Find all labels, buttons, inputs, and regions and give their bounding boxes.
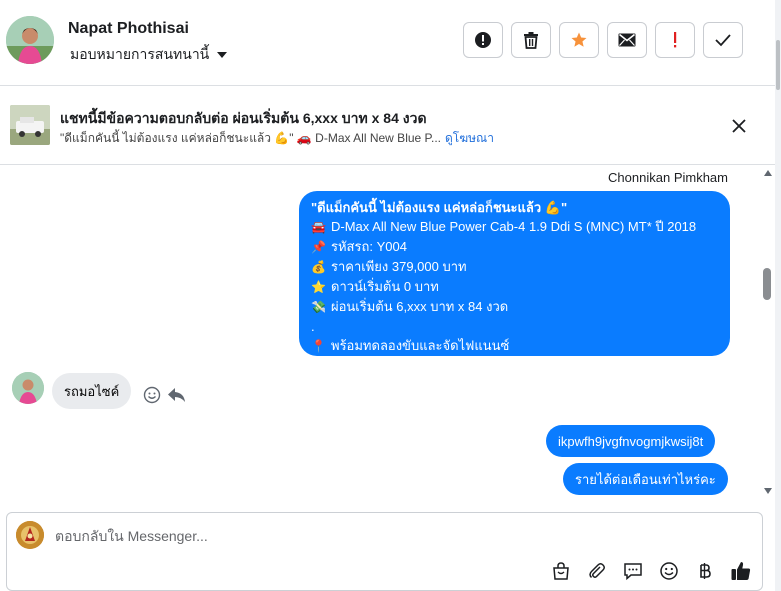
exclamation-icon — [674, 32, 677, 48]
money-wings-icon: 💸 — [311, 300, 326, 314]
contact-avatar-small — [12, 372, 44, 404]
message-line: 📍 พร้อมทดลองขับและจัดไฟแนนซ์ — [311, 336, 718, 356]
scroll-down-arrow-icon[interactable] — [764, 488, 772, 494]
contact-avatar[interactable] — [6, 16, 54, 64]
envelope-icon — [618, 33, 636, 47]
caret-down-icon — [217, 52, 228, 58]
thread-scrollbar[interactable] — [761, 166, 775, 498]
ad-subtitle: "ดีแม็กคันนี้ ไม่ต้องแรง แค่หล่อก็ชนะแล้… — [60, 131, 441, 145]
ad-subtitle-row: "ดีแม็กคันนี้ ไม่ต้องแรง แค่หล่อก็ชนะแล้… — [60, 129, 494, 148]
contact-name[interactable]: Napat Phothisai — [68, 20, 189, 38]
ad-reference-banner: แชทนี้มีข้อความตอบกลับต่อ ผ่อนเริ่มต้น 6… — [0, 87, 775, 165]
emoji-icon[interactable] — [657, 559, 681, 583]
ad-thumbnail[interactable] — [10, 105, 50, 145]
message-line: ⭐ ดาวน์เริ่มต้น 0 บาท — [311, 277, 718, 297]
mark-unread-button[interactable] — [607, 22, 647, 58]
follow-up-button[interactable] — [655, 22, 695, 58]
close-banner-button[interactable] — [729, 116, 749, 136]
reply-input[interactable] — [55, 526, 655, 546]
message-line: 🚘 D-Max All New Blue Power Cab-4 1.9 Ddi … — [311, 217, 718, 237]
conversation-header: Napat Phothisai มอบหมายการสนทนานี้ — [0, 0, 781, 86]
reply-composer — [6, 512, 763, 591]
paperclip-icon[interactable] — [585, 559, 609, 583]
baht-icon[interactable] — [693, 559, 717, 583]
check-icon — [715, 34, 731, 47]
outgoing-sender-name: Chonnikan Pimkham — [608, 170, 728, 185]
close-icon — [732, 119, 746, 133]
mark-done-button[interactable] — [703, 22, 743, 58]
message-line: 💰 ราคาเพียง 379,000 บาท — [311, 257, 718, 277]
react-emoji-icon[interactable] — [143, 386, 163, 406]
message-line: "ดีแม็กคันนี้ ไม่ต้องแรง แค่หล่อก็ชนะแล้… — [311, 200, 568, 215]
message-line: 💸 ผ่อนเริ่มต้น 6,xxx บาท x 84 งวด — [311, 297, 718, 317]
ad-title: แชทนี้มีข้อความตอบกลับต่อ ผ่อนเริ่มต้น 6… — [60, 110, 427, 126]
pushpin-icon: 📌 — [311, 240, 326, 254]
outgoing-message-bubble[interactable]: รายได้ต่อเดือนเท่าไหร่คะ — [563, 463, 728, 495]
page-scrollbar[interactable] — [775, 0, 781, 591]
message-line: . — [311, 319, 315, 334]
view-ad-link[interactable]: ดูโฆษณา — [445, 131, 494, 145]
reply-icon[interactable] — [167, 386, 187, 406]
location-pin-icon: 📍 — [311, 339, 326, 353]
star-icon — [571, 32, 587, 47]
message-line: 📌 รหัสรถ: Y004 — [311, 237, 718, 257]
money-bag-icon: 💰 — [311, 260, 326, 274]
assign-conversation-dropdown[interactable]: มอบหมายการสนทนานี้ — [70, 44, 228, 66]
scroll-thumb[interactable] — [763, 268, 771, 300]
page-avatar — [16, 521, 44, 549]
car-icon: 🚘 — [311, 220, 326, 234]
page-scroll-thumb[interactable] — [776, 40, 780, 90]
trash-icon — [524, 32, 538, 49]
incoming-message-bubble[interactable]: รถมอไซค์ — [52, 373, 132, 409]
message-thread[interactable]: Chonnikan Pimkham "ดีแม็กคันนี้ ไม่ต้องแ… — [0, 166, 775, 498]
assign-label: มอบหมายการสนทนานี้ — [70, 46, 210, 62]
ad-message-bubble[interactable]: "ดีแม็กคันนี้ ไม่ต้องแรง แค่หล่อก็ชนะแล้… — [299, 191, 730, 356]
messenger-conversation: Napat Phothisai มอบหมายการสนทนานี้ แชทนี… — [0, 0, 781, 591]
shopping-bag-icon[interactable] — [549, 559, 573, 583]
scroll-up-arrow-icon[interactable] — [764, 170, 772, 176]
outgoing-message-bubble[interactable]: ikpwfh9jvgfnvogmjkwsij8t — [546, 425, 716, 457]
star-button[interactable] — [559, 22, 599, 58]
saved-reply-icon[interactable] — [621, 559, 645, 583]
thumbs-up-icon[interactable] — [729, 559, 753, 583]
star-emoji-icon: ⭐ — [311, 280, 326, 294]
delete-button[interactable] — [511, 22, 551, 58]
mark-spam-button[interactable] — [463, 22, 503, 58]
alert-circle-icon — [475, 32, 491, 48]
